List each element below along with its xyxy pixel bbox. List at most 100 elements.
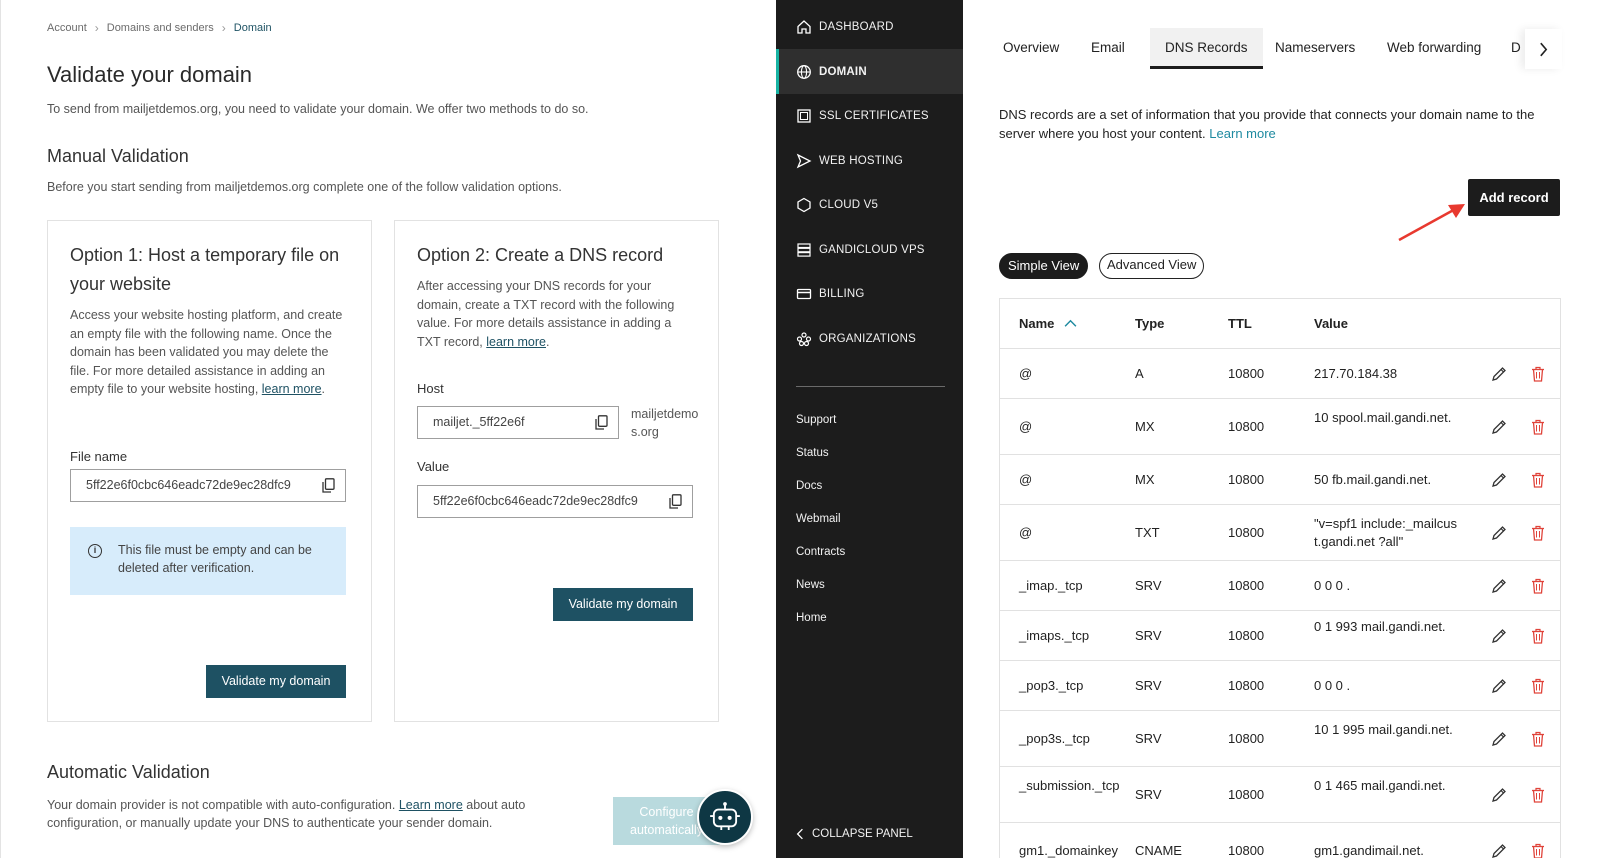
cell-ttl: 10800 xyxy=(1228,578,1265,593)
server-icon xyxy=(797,242,811,257)
dns-records-table: Name Type TTL Value @ A 10800 217.70.184.38… xyxy=(999,298,1561,858)
sidebar-item-organizations[interactable]: ORGANIZATIONS xyxy=(776,316,963,361)
delete-trash-icon[interactable] xyxy=(1531,419,1545,435)
sidebar-item-gandicloud-vps[interactable]: GANDICLOUD VPS xyxy=(776,227,963,272)
sidebar-item-dashboard[interactable]: DASHBOARD xyxy=(776,4,963,49)
tab-dns-records[interactable]: DNS Records xyxy=(1150,28,1263,69)
edit-pencil-icon[interactable] xyxy=(1491,578,1507,594)
option1-learn-more-link[interactable]: learn more xyxy=(262,382,322,396)
breadcrumb-domain: Domain xyxy=(233,22,272,34)
cell-ttl: 10800 xyxy=(1228,731,1265,746)
cell-value: "v=spf1 include:_mailcust.gandi.net ?all… xyxy=(1314,516,1457,549)
sidebar-link-support[interactable]: Support xyxy=(796,414,836,426)
sidebar-link-news[interactable]: News xyxy=(796,579,825,591)
table-row: gm1._domainkey CNAME 10800 gm1.gandimail.ne… xyxy=(1000,823,1560,858)
sidebar-link-docs[interactable]: Docs xyxy=(796,480,822,492)
automatic-text-before: Your domain provider is not compatible w… xyxy=(47,798,396,812)
edit-pencil-icon[interactable] xyxy=(1491,419,1507,435)
info-message: This file must be empty and can be delet… xyxy=(118,543,312,575)
dns-records-page: Overview Email DNS Records Nameservers W… xyxy=(963,0,1600,858)
cell-name: gm1._domainkey xyxy=(1019,843,1118,858)
column-header-name[interactable]: Name xyxy=(1019,315,1124,333)
chatbot-button[interactable] xyxy=(697,789,753,845)
annotation-arrow-icon xyxy=(1398,204,1465,242)
tab-overview[interactable]: Overview xyxy=(1003,40,1059,55)
edit-pencil-icon[interactable] xyxy=(1491,628,1507,644)
cell-name: @ xyxy=(1019,525,1033,540)
sidebar-link-contracts[interactable]: Contracts xyxy=(796,546,845,558)
info-icon: i xyxy=(88,544,102,558)
cloud-hex-icon xyxy=(797,197,811,212)
cell-name: @ xyxy=(1019,366,1033,381)
simple-view-toggle[interactable]: Simple View xyxy=(999,253,1089,279)
cell-value: 50 fb.mail.gandi.net. xyxy=(1314,472,1432,487)
info-box: i This file must be empty and can be del… xyxy=(70,527,346,595)
sidebar-item-web-hosting[interactable]: WEB HOSTING xyxy=(776,138,963,183)
cell-type: SRV xyxy=(1135,731,1162,746)
edit-pencil-icon[interactable] xyxy=(1491,843,1507,858)
sidebar-item-cloud-v5[interactable]: CLOUD V5 xyxy=(776,182,963,227)
cell-name: _imaps._tcp xyxy=(1019,628,1090,643)
table-row: @ TXT 10800 "v=spf1 include:_mailcust.gandi… xyxy=(1000,505,1560,561)
breadcrumb-domains[interactable]: Domains and senders xyxy=(107,22,214,34)
sidebar-link-status[interactable]: Status xyxy=(796,447,829,459)
edit-pencil-icon[interactable] xyxy=(1491,525,1507,541)
delete-trash-icon[interactable] xyxy=(1531,678,1545,694)
delete-trash-icon[interactable] xyxy=(1531,578,1545,594)
advanced-view-toggle[interactable]: Advanced View xyxy=(1099,253,1205,279)
sidebar-item-label: BILLING xyxy=(819,287,865,300)
edit-pencil-icon[interactable] xyxy=(1491,472,1507,488)
cell-type: MX xyxy=(1135,419,1155,434)
mailjet-panel: Account › Domains and senders › Domain V… xyxy=(0,0,762,858)
tab-email[interactable]: Email xyxy=(1091,40,1125,55)
copy-icon[interactable] xyxy=(322,478,335,493)
copy-icon[interactable] xyxy=(669,494,682,509)
tab-more[interactable]: D xyxy=(1511,40,1521,55)
delete-trash-icon[interactable] xyxy=(1531,525,1545,541)
tab-nameservers[interactable]: Nameservers xyxy=(1275,40,1355,55)
copy-icon[interactable] xyxy=(595,415,608,430)
edit-pencil-icon[interactable] xyxy=(1491,731,1507,747)
column-header-type[interactable]: Type xyxy=(1135,315,1164,333)
cell-ttl: 10800 xyxy=(1228,628,1265,643)
automatic-learn-more-link[interactable]: Learn more xyxy=(399,798,463,812)
cell-name: @ xyxy=(1019,419,1033,434)
sidebar-link-home[interactable]: Home xyxy=(796,612,827,624)
sidebar-item-ssl[interactable]: SSL CERTIFICATES xyxy=(776,93,963,138)
delete-trash-icon[interactable] xyxy=(1531,843,1545,858)
cell-value: 10 spool.mail.gandi.net. xyxy=(1314,410,1452,425)
delete-trash-icon[interactable] xyxy=(1531,628,1545,644)
validate-domain-button-2[interactable]: Validate my domain xyxy=(553,588,693,621)
file-name-field[interactable]: 5ff22e6f0cbc646eadc72de9ec28dfc9 xyxy=(70,469,346,502)
breadcrumb-account[interactable]: Account xyxy=(47,22,87,34)
cell-name: @ xyxy=(1019,472,1033,487)
value-field[interactable]: 5ff22e6f0cbc646eadc72de9ec28dfc9 xyxy=(417,485,693,518)
sidebar-item-label: DOMAIN xyxy=(819,65,867,78)
validate-domain-button-1[interactable]: Validate my domain xyxy=(206,665,346,698)
delete-trash-icon[interactable] xyxy=(1531,472,1545,488)
add-record-button[interactable]: Add record xyxy=(1468,179,1560,216)
chevron-left-icon xyxy=(796,828,803,840)
sidebar-link-webmail[interactable]: Webmail xyxy=(796,513,841,525)
column-header-value[interactable]: Value xyxy=(1314,315,1464,333)
sidebar-item-domain[interactable]: DOMAIN xyxy=(776,49,963,94)
file-name-label: File name xyxy=(70,449,128,464)
option2-learn-more-link[interactable]: learn more xyxy=(486,335,546,349)
gandi-sidebar: DASHBOARD DOMAIN SSL CERTIFICATES WEB HO… xyxy=(776,0,963,858)
edit-pencil-icon[interactable] xyxy=(1491,678,1507,694)
delete-trash-icon[interactable] xyxy=(1531,366,1545,382)
collapse-panel-button[interactable]: COLLAPSE PANEL xyxy=(796,828,913,840)
edit-pencil-icon[interactable] xyxy=(1491,366,1507,382)
dns-learn-more-link[interactable]: Learn more xyxy=(1209,126,1275,141)
tabs-scroll-right-button[interactable] xyxy=(1525,29,1562,69)
delete-trash-icon[interactable] xyxy=(1531,731,1545,747)
collapse-panel-label: COLLAPSE PANEL xyxy=(812,828,913,840)
sidebar-item-billing[interactable]: BILLING xyxy=(776,271,963,316)
cell-value: 0 0 0 . xyxy=(1314,678,1351,693)
host-field[interactable]: mailjet._5ff22e6f xyxy=(417,406,619,439)
column-header-ttl[interactable]: TTL xyxy=(1228,315,1252,333)
delete-trash-icon[interactable] xyxy=(1531,787,1545,803)
edit-pencil-icon[interactable] xyxy=(1491,787,1507,803)
tab-web-forwarding[interactable]: Web forwarding xyxy=(1387,40,1481,55)
cell-type: SRV xyxy=(1135,678,1162,693)
